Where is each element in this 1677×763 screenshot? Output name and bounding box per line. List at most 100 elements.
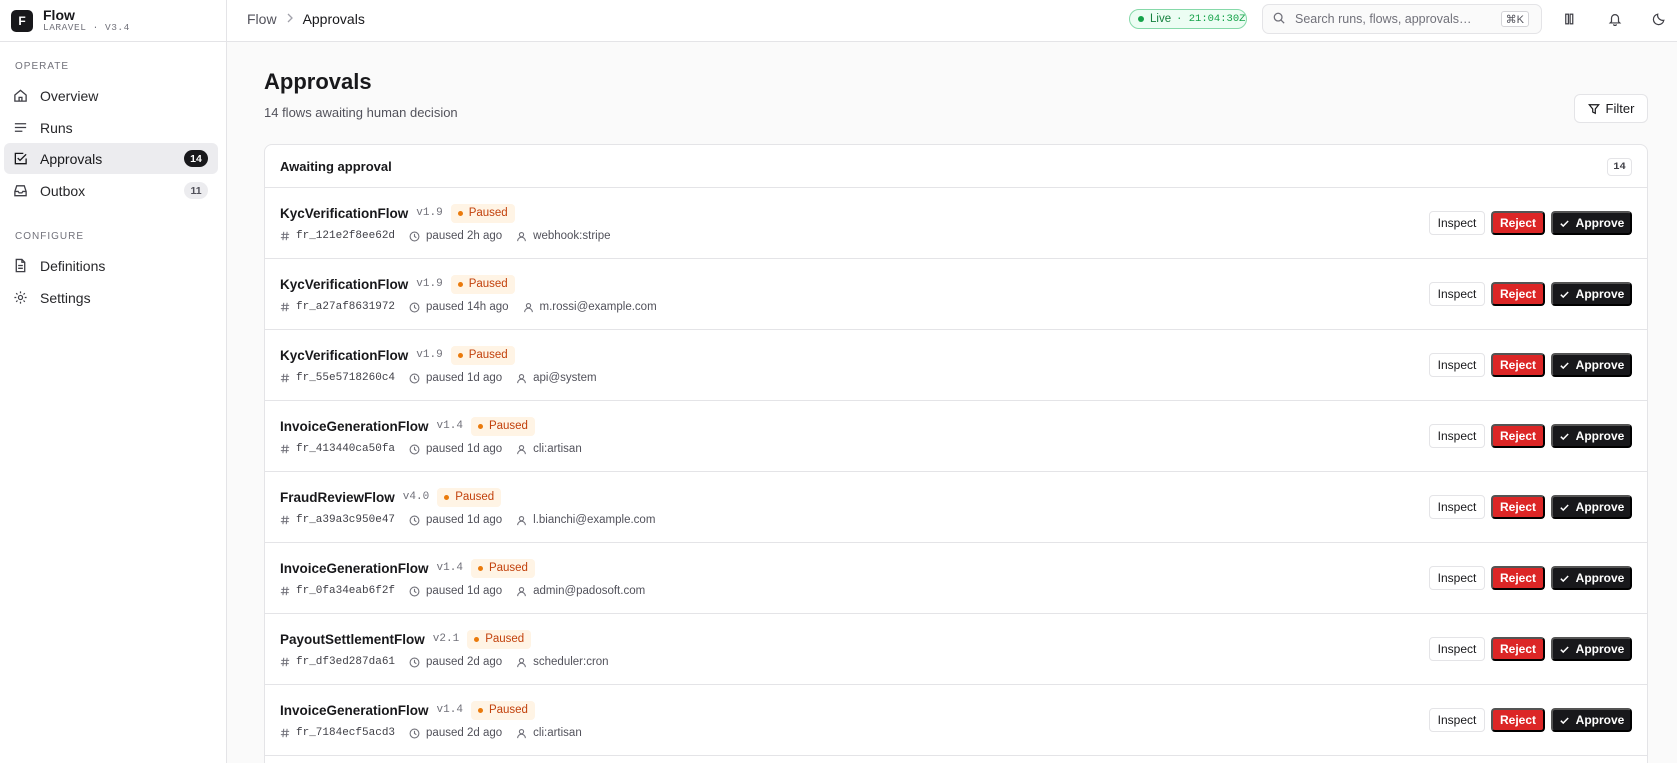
sidebar-item-definitions[interactable]: Definitions — [4, 250, 218, 281]
reject-button[interactable]: Reject — [1491, 637, 1545, 661]
inspect-button[interactable]: Inspect — [1429, 424, 1485, 448]
actor: cli:artisan — [533, 443, 582, 455]
status-badge: Paused — [437, 487, 502, 507]
inspect-button[interactable]: Inspect — [1429, 495, 1485, 519]
hash-icon — [280, 586, 290, 596]
status-dot-icon — [474, 636, 480, 642]
filter-button[interactable]: Filter — [1574, 94, 1648, 123]
sidebar-item-label: Definitions — [40, 257, 106, 274]
flow-name[interactable]: PayoutSettlementFlow — [280, 632, 425, 647]
bell-icon[interactable] — [1606, 10, 1624, 28]
check-icon — [1559, 575, 1569, 582]
flow-version: v1.4 — [436, 562, 463, 574]
flow-version: v2.1 — [432, 633, 460, 645]
sidebar-item-label: Approvals — [40, 150, 103, 167]
approve-label: Approve — [1575, 287, 1625, 301]
flow-name[interactable]: KycVerificationFlow — [280, 348, 408, 363]
run-id[interactable]: fr_7184ecf5acd3 — [296, 727, 395, 739]
status-dot-icon — [457, 352, 463, 358]
approval-row: InvoiceGenerationFlow v1.4 Paused fr_0fa… — [265, 543, 1647, 614]
search-box[interactable]: ⌘K — [1262, 4, 1542, 34]
inspect-button[interactable]: Inspect — [1429, 211, 1485, 235]
reject-button[interactable]: Reject — [1491, 495, 1545, 519]
approve-button[interactable]: Approve — [1551, 353, 1632, 377]
approve-label: Approve — [1575, 713, 1625, 727]
sidebar-item-approvals[interactable]: Approvals 14 — [4, 143, 218, 174]
flow-name[interactable]: InvoiceGenerationFlow — [280, 419, 429, 434]
run-id[interactable]: fr_121e2f8ee62d — [296, 230, 395, 242]
live-time: · 21:04:30Z — [1176, 13, 1246, 25]
check-icon — [1559, 717, 1569, 724]
check-icon — [1559, 291, 1569, 298]
file-icon — [13, 258, 28, 273]
sidebar-item-outbox[interactable]: Outbox 11 — [4, 175, 218, 206]
reject-button[interactable]: Reject — [1491, 211, 1545, 235]
flow-version: v1.4 — [436, 704, 463, 716]
clock-icon — [409, 444, 420, 454]
run-id[interactable]: fr_413440ca50fa — [296, 443, 395, 455]
gear-icon — [13, 290, 28, 305]
sidebar-item-overview[interactable]: Overview — [4, 80, 218, 111]
brand-version: LARAVEL · V3.4 — [43, 21, 130, 33]
approve-button[interactable]: Approve — [1551, 495, 1632, 519]
inspect-button[interactable]: Inspect — [1429, 282, 1485, 306]
status-dot-icon — [477, 423, 483, 429]
search-input[interactable] — [1295, 12, 1495, 26]
flow-name[interactable]: InvoiceGenerationFlow — [280, 703, 429, 718]
moon-icon[interactable] — [1650, 10, 1668, 28]
status-badge: Paused — [470, 700, 535, 720]
inspect-button[interactable]: Inspect — [1429, 708, 1485, 732]
reject-button[interactable]: Reject — [1491, 282, 1545, 306]
user-icon — [517, 657, 527, 667]
inspect-button[interactable]: Inspect — [1429, 637, 1485, 661]
run-id[interactable]: fr_a39a3c950e47 — [296, 514, 395, 526]
chevron-right-icon — [286, 12, 294, 26]
user-icon — [517, 231, 527, 241]
reject-button[interactable]: Reject — [1491, 566, 1545, 590]
approve-button[interactable]: Approve — [1551, 211, 1632, 235]
flow-name[interactable]: KycVerificationFlow — [280, 206, 408, 221]
user-icon — [517, 515, 527, 525]
flow-version: v1.4 — [436, 420, 463, 432]
status-badge: Paused — [470, 558, 535, 578]
approve-button[interactable]: Approve — [1551, 424, 1632, 448]
approve-button[interactable]: Approve — [1551, 282, 1632, 306]
section-label-operate: OPERATE — [15, 61, 70, 72]
brand[interactable]: F Flow LARAVEL · V3.4 — [0, 0, 226, 42]
actor: scheduler:cron — [533, 656, 609, 668]
reject-button[interactable]: Reject — [1491, 708, 1545, 732]
inspect-button[interactable]: Inspect — [1429, 566, 1485, 590]
run-id[interactable]: fr_a27af8631972 — [296, 301, 395, 313]
approve-label: Approve — [1575, 571, 1625, 585]
check-icon — [1559, 504, 1569, 511]
breadcrumb-item-flow[interactable]: Flow — [247, 11, 277, 27]
status-label: Paused — [485, 633, 525, 645]
flow-name[interactable]: KycVerificationFlow — [280, 277, 408, 292]
paused-time: paused 2d ago — [426, 727, 503, 739]
sidebar-item-runs[interactable]: Runs — [4, 112, 218, 143]
list-icon — [13, 120, 28, 135]
reject-button[interactable]: Reject — [1491, 424, 1545, 448]
approve-button[interactable]: Approve — [1551, 637, 1632, 661]
columns-icon[interactable] — [1562, 10, 1580, 28]
reject-button[interactable]: Reject — [1491, 353, 1545, 377]
sidebar-item-settings[interactable]: Settings — [4, 282, 218, 313]
clock-icon — [409, 515, 420, 525]
approve-button[interactable]: Approve — [1551, 708, 1632, 732]
inspect-button[interactable]: Inspect — [1429, 353, 1485, 377]
flow-name[interactable]: InvoiceGenerationFlow — [280, 561, 429, 576]
run-id[interactable]: fr_0fa34eab6f2f — [296, 585, 395, 597]
run-id[interactable]: fr_55e5718260c4 — [296, 372, 395, 384]
actor: m.rossi@example.com — [539, 301, 657, 313]
flow-name[interactable]: FraudReviewFlow — [280, 490, 395, 505]
paused-time: paused 1d ago — [426, 514, 503, 526]
approval-list: KycVerificationFlow v1.9 Paused fr_121e2… — [265, 188, 1647, 756]
search-shortcut: ⌘K — [1500, 11, 1529, 27]
user-icon — [517, 373, 527, 383]
clock-icon — [409, 231, 420, 241]
sidebar-item-label: Settings — [40, 289, 91, 306]
filter-icon — [1587, 103, 1600, 114]
approve-button[interactable]: Approve — [1551, 566, 1632, 590]
user-icon — [517, 728, 527, 738]
run-id[interactable]: fr_df3ed287da61 — [296, 656, 395, 668]
